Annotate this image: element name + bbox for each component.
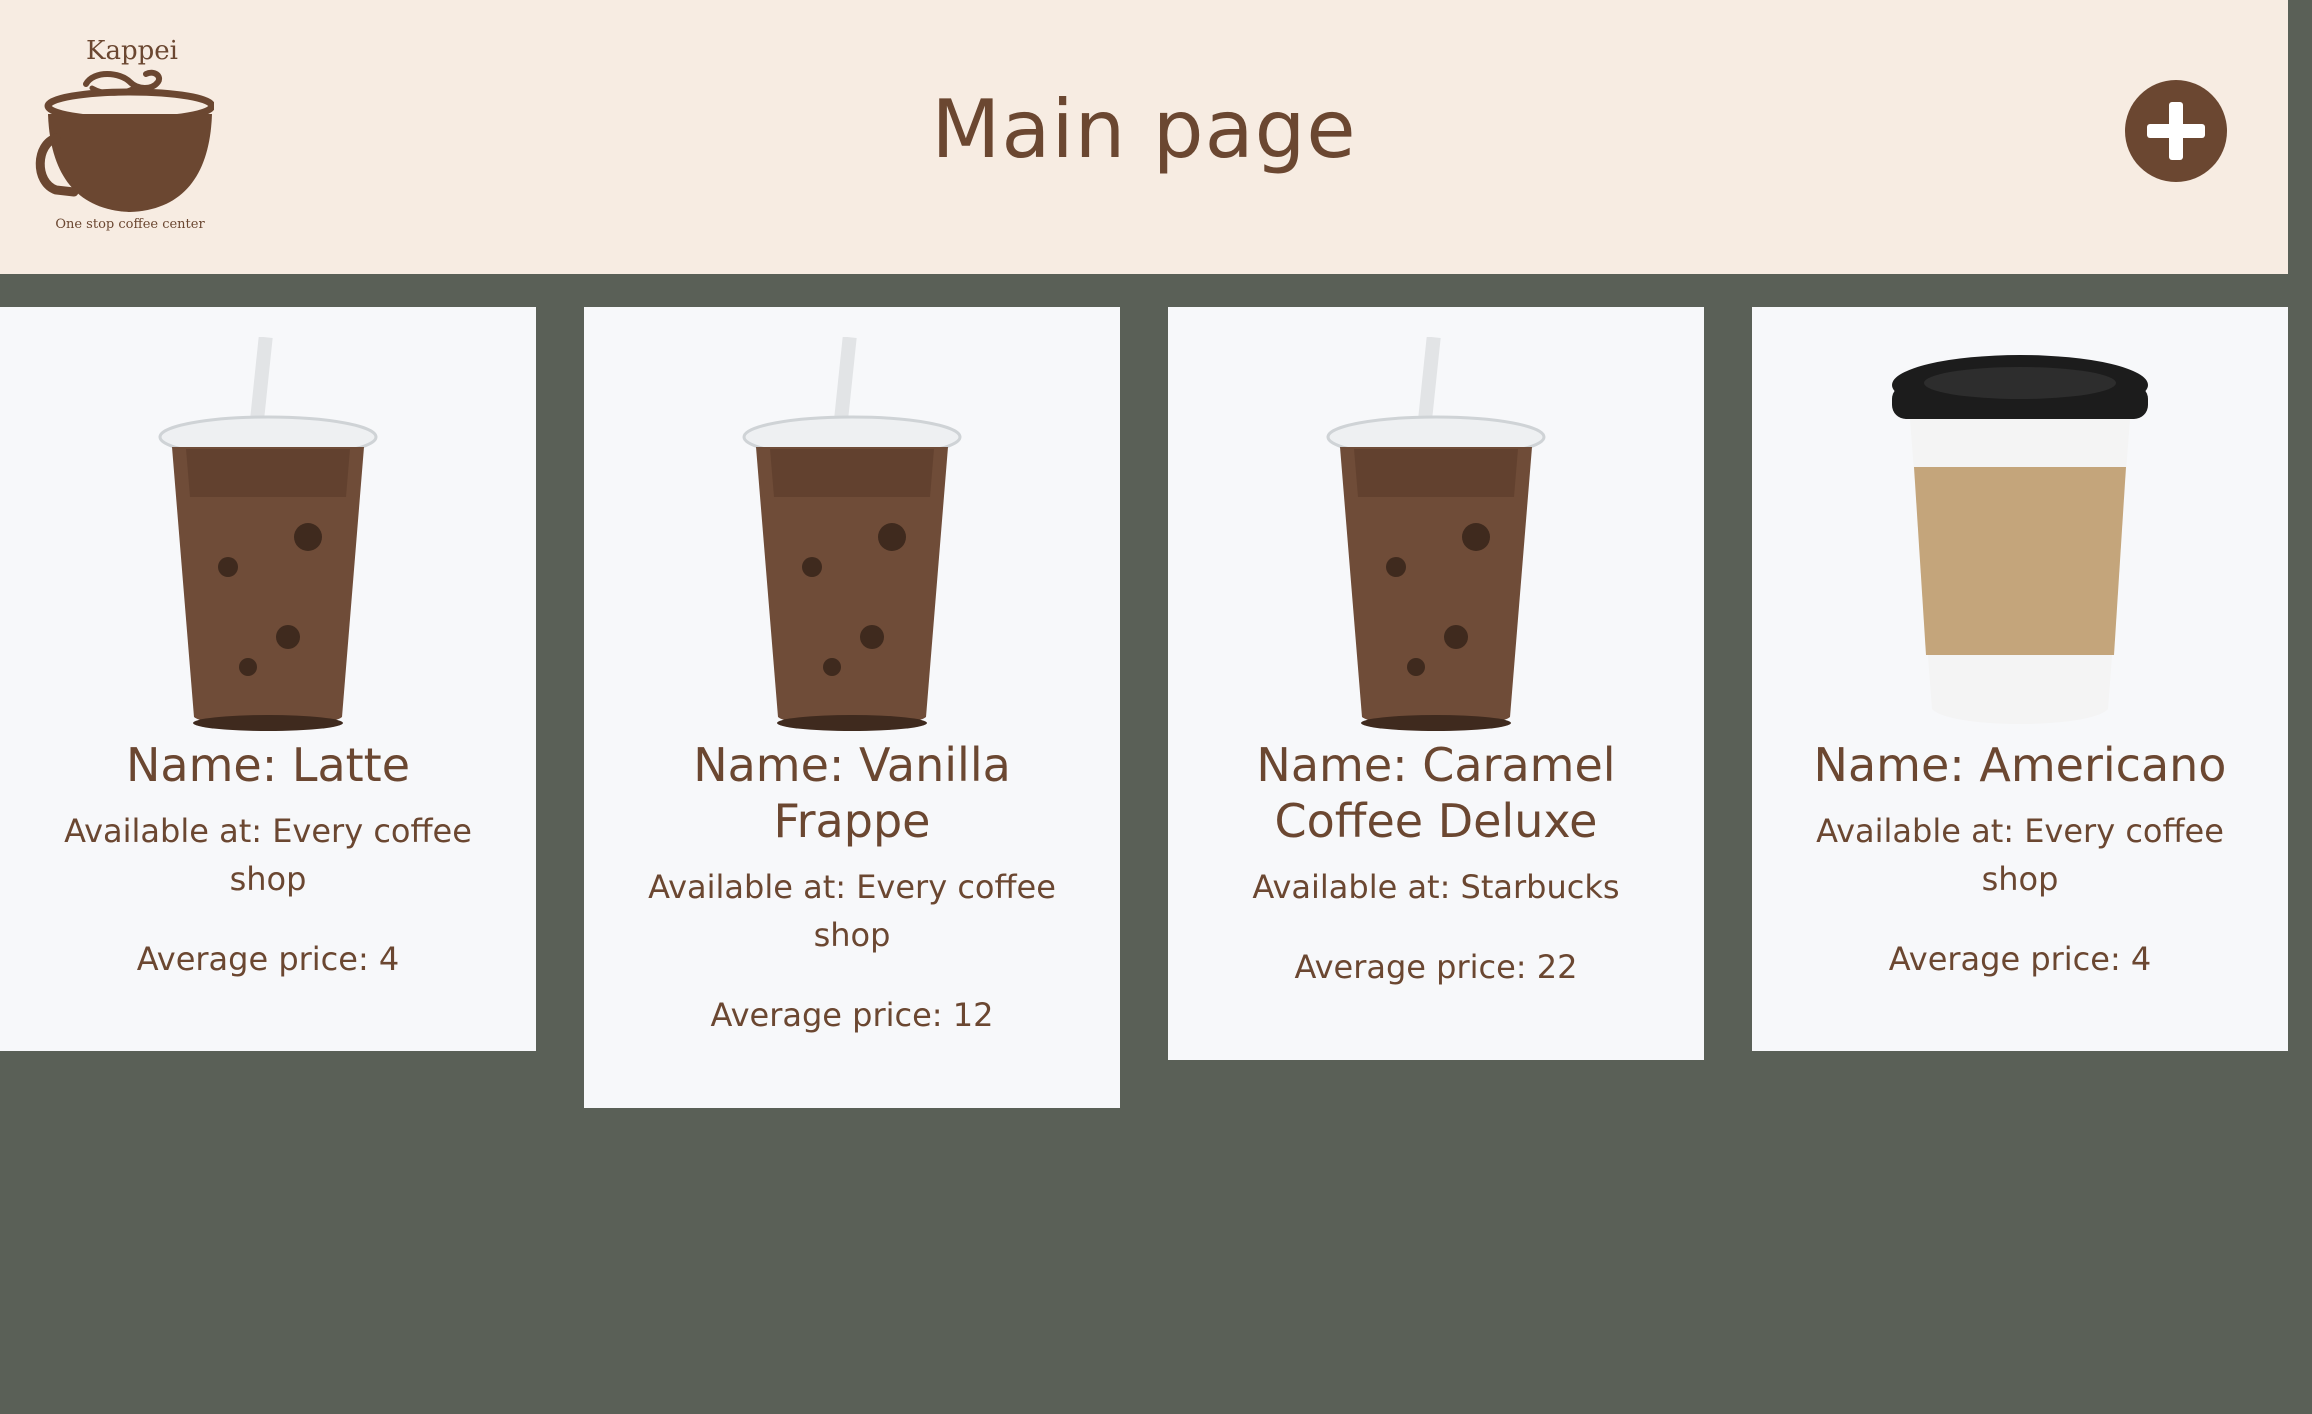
product-price: Average price: 4 (136, 940, 400, 978)
iced-coffee-cup-icon (1326, 337, 1546, 731)
product-availability: Available at: Every coffee shop (648, 868, 1056, 954)
product-price: Average price: 12 (710, 996, 994, 1034)
iced-coffee-cup-icon (158, 337, 378, 731)
add-button[interactable] (2125, 80, 2227, 182)
product-name: Name: Vanilla Frappe (693, 738, 1011, 848)
header-bar: Kappei One stop coffee center Main page (0, 0, 2288, 274)
product-card[interactable]: Name: Vanilla Frappe Available at: Every… (584, 307, 1120, 1108)
product-card[interactable]: Name: Latte Available at: Every coffee s… (0, 307, 536, 1051)
product-price: Average price: 4 (1888, 940, 2152, 978)
hot-coffee-cup-icon (1892, 355, 2148, 724)
product-availability: Available at: Starbucks (1252, 868, 1620, 906)
product-name: Name: Americano (1813, 738, 2227, 792)
product-price: Average price: 22 (1294, 948, 1578, 986)
plus-icon (2147, 102, 2205, 160)
iced-coffee-cup-icon (742, 337, 962, 731)
svg-text:One stop coffee center: One stop coffee center (55, 217, 205, 232)
product-card[interactable]: Name: Caramel Coffee Deluxe Available at… (1168, 307, 1704, 1060)
svg-text:Kappei: Kappei (86, 36, 178, 66)
product-availability: Available at: Every coffee shop (64, 812, 472, 898)
product-name: Name: Latte (125, 738, 411, 792)
product-availability: Available at: Every coffee shop (1816, 812, 2224, 898)
page-title: Main page (931, 83, 1357, 176)
main-page: Kappei One stop coffee center Main page (0, 0, 2312, 1414)
product-card[interactable]: Name: Americano Available at: Every coff… (1752, 307, 2288, 1051)
product-name: Name: Caramel Coffee Deluxe (1256, 738, 1616, 848)
